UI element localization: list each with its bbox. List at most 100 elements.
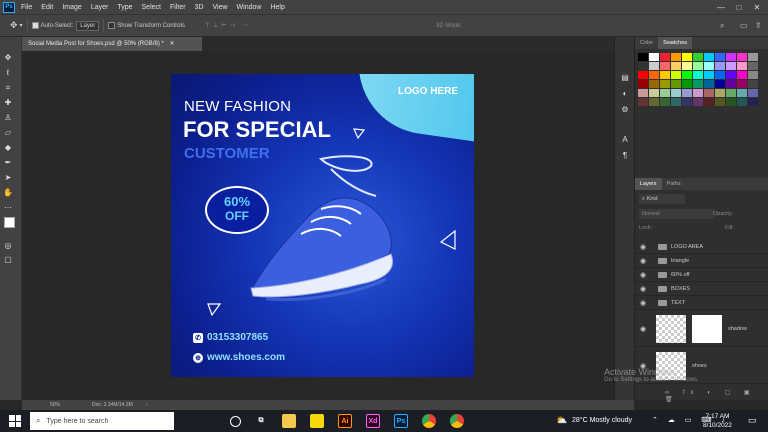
color-swatch[interactable] [660,71,670,79]
color-swatch[interactable] [671,71,681,79]
healing-tool-icon[interactable]: ✚ [3,98,13,108]
clock[interactable]: 7:17 AM 8/10/2022 [703,412,732,430]
layer-row[interactable]: ◉ 60% off [635,268,768,282]
color-swatch[interactable] [715,53,725,61]
auto-select-checkbox[interactable] [31,22,39,29]
xd-icon[interactable]: Xd [366,414,380,428]
color-swatch[interactable] [737,53,747,61]
menu-view[interactable]: View [213,4,228,11]
photoshop-icon[interactable]: Ps [394,414,408,428]
color-swatch[interactable] [649,80,659,88]
move-tool-icon[interactable]: ✥ [3,53,13,63]
eye-icon[interactable]: ◉ [640,325,648,333]
color-swatch[interactable] [649,62,659,70]
auto-select-dropdown[interactable]: Layer [76,20,100,31]
chrome-icon[interactable] [422,414,436,428]
color-swatch[interactable] [715,98,725,106]
color-swatch[interactable] [638,71,648,79]
chevron-right-icon[interactable]: › [146,402,148,408]
menu-select[interactable]: Select [142,4,161,11]
color-swatch[interactable] [660,98,670,106]
tab-swatches[interactable]: Swatches [658,37,693,49]
color-swatch[interactable] [682,89,692,97]
close-icon[interactable]: ✕ [748,0,766,14]
color-swatch[interactable] [671,89,681,97]
color-swatch[interactable] [660,53,670,61]
zoom-level[interactable]: 50% [50,402,60,408]
tab-color[interactable]: Color [635,40,658,46]
properties-icon[interactable]: ⚙ [620,105,630,115]
color-swatch[interactable] [671,80,681,88]
color-swatch[interactable] [704,98,714,106]
color-swatch[interactable] [682,53,692,61]
color-swatch[interactable] [649,71,659,79]
color-swatch[interactable] [704,53,714,61]
sticky-notes-icon[interactable] [310,414,324,428]
eye-icon[interactable]: ◉ [640,285,648,293]
color-swatch[interactable] [748,62,758,70]
windows-start-icon[interactable] [9,415,21,427]
color-swatch[interactable] [693,80,703,88]
taskbar-search[interactable]: ⌕ Type here to search [30,412,174,430]
eraser-tool-icon[interactable]: ▱ [3,128,13,138]
color-swatch[interactable] [682,80,692,88]
color-swatch[interactable] [638,53,648,61]
screen-mode-icon[interactable]: ▢ [3,255,13,265]
color-swatch[interactable] [704,62,714,70]
adjustments-icon[interactable]: ◐ [620,89,630,99]
color-swatch[interactable] [649,89,659,97]
color-swatch[interactable] [682,71,692,79]
search-icon[interactable]: ⌕ [720,21,724,31]
foreground-color[interactable] [4,217,15,228]
edit-toolbar-icon[interactable]: ⋯ [3,203,13,213]
crop-tool-icon[interactable]: ⌗ [3,83,13,93]
menu-window[interactable]: Window [237,4,262,11]
chevron-down-icon[interactable]: ▾ [20,22,23,29]
transform-controls-checkbox[interactable] [108,22,116,29]
layer-actions[interactable]: ∞ fx ◐ ▢ ▣ 🗑 [635,389,768,403]
cortana-icon[interactable] [230,416,241,427]
weather-icon[interactable]: ⛅ [556,415,567,426]
character-icon[interactable]: A [620,135,630,145]
color-swatch[interactable] [671,53,681,61]
color-swatch[interactable] [726,98,736,106]
lasso-tool-icon[interactable]: ℓ [3,68,13,78]
share-icon[interactable]: ⇪ [755,21,762,30]
layer-row[interactable]: ◉ triangle [635,254,768,268]
color-swatch[interactable] [715,80,725,88]
menu-layer[interactable]: Layer [91,4,109,11]
color-swatch[interactable] [737,80,747,88]
color-swatch[interactable] [726,62,736,70]
color-swatch[interactable] [715,71,725,79]
menu-edit[interactable]: Edit [41,4,53,11]
menu-filter[interactable]: Filter [170,4,186,11]
eye-icon[interactable]: ◉ [640,257,648,265]
eye-icon[interactable]: ◉ [640,271,648,279]
color-swatch[interactable] [693,62,703,70]
color-swatch[interactable] [638,80,648,88]
color-swatch[interactable] [737,98,747,106]
menu-file[interactable]: File [21,4,32,11]
color-swatch[interactable] [737,89,747,97]
color-swatch[interactable] [726,71,736,79]
layer-row[interactable]: ◉ BOXES [635,282,768,296]
maximize-icon[interactable]: □ [730,0,748,14]
align-icons[interactable]: ⊤⊥⊢⊣ ⋯ [205,22,252,29]
weather-text[interactable]: 28°C Mostly cloudy [572,417,632,424]
quick-mask-icon[interactable]: ◎ [3,241,13,251]
menu-type[interactable]: Type [117,4,132,11]
menu-help[interactable]: Help [270,4,284,11]
color-swatch[interactable] [748,71,758,79]
workspace-icon[interactable]: ▭ [740,21,748,30]
layer-row[interactable]: ◉ TEXT [635,296,768,310]
minimize-icon[interactable]: — [712,0,730,14]
color-swatch[interactable] [682,98,692,106]
color-swatch[interactable] [737,62,747,70]
color-swatch[interactable] [726,53,736,61]
color-swatch[interactable] [638,62,648,70]
hand-tool-icon[interactable]: ✋ [3,188,13,198]
color-swatch[interactable] [748,53,758,61]
blur-tool-icon[interactable]: ◆ [3,143,13,153]
eye-icon[interactable]: ◉ [640,243,648,251]
path-select-icon[interactable]: ➤ [3,173,13,183]
